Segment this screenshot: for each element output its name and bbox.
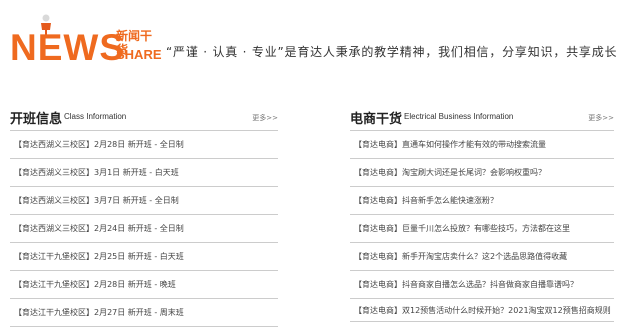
ecommerce-more-link[interactable]: 更多>> xyxy=(588,113,614,123)
list-item[interactable]: 【育达电商】新手开淘宝店卖什么？这2个选品思路值得收藏 xyxy=(350,243,614,271)
list-item[interactable]: 【育达江干九堡校区】2月25日 新开班 - 白天班 xyxy=(10,243,278,271)
class-info-header: 开班信息 Class Information 更多>> xyxy=(10,104,278,131)
list-item[interactable]: 【育达电商】抖音商家自播怎么选品？抖音做商家自播靠谱吗？ xyxy=(350,271,614,299)
list-item[interactable]: 【育达电商】直通车如何操作才能有效的带动搜索流量 xyxy=(350,131,614,159)
class-info-title: 开班信息 xyxy=(10,112,63,127)
logo-share-text: SHARE xyxy=(116,47,162,62)
class-info-list: 【育达西湖义三校区】2月28日 新开班 - 全日制 【育达西湖义三校区】3月1日… xyxy=(10,131,278,327)
ecommerce-section: 电商干货 Electrical Business Information 更多>… xyxy=(350,104,614,322)
ecommerce-title: 电商干货 xyxy=(350,112,403,127)
list-item[interactable]: 【育达电商】双12预售活动什么时候开始？2021淘宝双12预售招商规则 xyxy=(350,299,614,322)
ecommerce-header: 电商干货 Electrical Business Information 更多>… xyxy=(350,104,614,131)
list-item[interactable]: 【育达西湖义三校区】2月24日 新开班 - 全日制 xyxy=(10,215,278,243)
ecommerce-subtitle: Electrical Business Information xyxy=(404,112,514,121)
list-item[interactable]: 【育达江干九堡校区】2月28日 新开班 - 晚班 xyxy=(10,271,278,299)
slogan-text: “严谨 · 认真 · 专业”是育达人秉承的教学精神，我们相信，分享知识，共享成长 xyxy=(166,45,618,59)
list-item[interactable]: 【育达西湖义三校区】2月28日 新开班 - 全日制 xyxy=(10,131,278,159)
list-item[interactable]: 【育达电商】淘宝刷大词还是长尾词？会影响权重吗？ xyxy=(350,159,614,187)
list-item[interactable]: 【育达江干九堡校区】2月27日 新开班 - 周末班 xyxy=(10,299,278,327)
news-share-logo[interactable]: NEWS 新闻干货 SHARE xyxy=(10,14,162,70)
logo-news-text: NEWS xyxy=(10,27,125,68)
list-item[interactable]: 【育达电商】抖音新手怎么能快速涨粉？ xyxy=(350,187,614,215)
list-item[interactable]: 【育达西湖义三校区】3月7日 新开班 - 全日制 xyxy=(10,187,278,215)
class-info-section: 开班信息 Class Information 更多>> 【育达西湖义三校区】2月… xyxy=(10,104,278,327)
ecommerce-list: 【育达电商】直通车如何操作才能有效的带动搜索流量 【育达电商】淘宝刷大词还是长尾… xyxy=(350,131,614,322)
class-info-subtitle: Class Information xyxy=(64,112,127,121)
list-item[interactable]: 【育达西湖义三校区】3月1日 新开班 - 白天班 xyxy=(10,159,278,187)
list-item[interactable]: 【育达电商】巨量千川怎么投放？有哪些技巧，方法都在这里 xyxy=(350,215,614,243)
class-info-more-link[interactable]: 更多>> xyxy=(252,113,278,123)
